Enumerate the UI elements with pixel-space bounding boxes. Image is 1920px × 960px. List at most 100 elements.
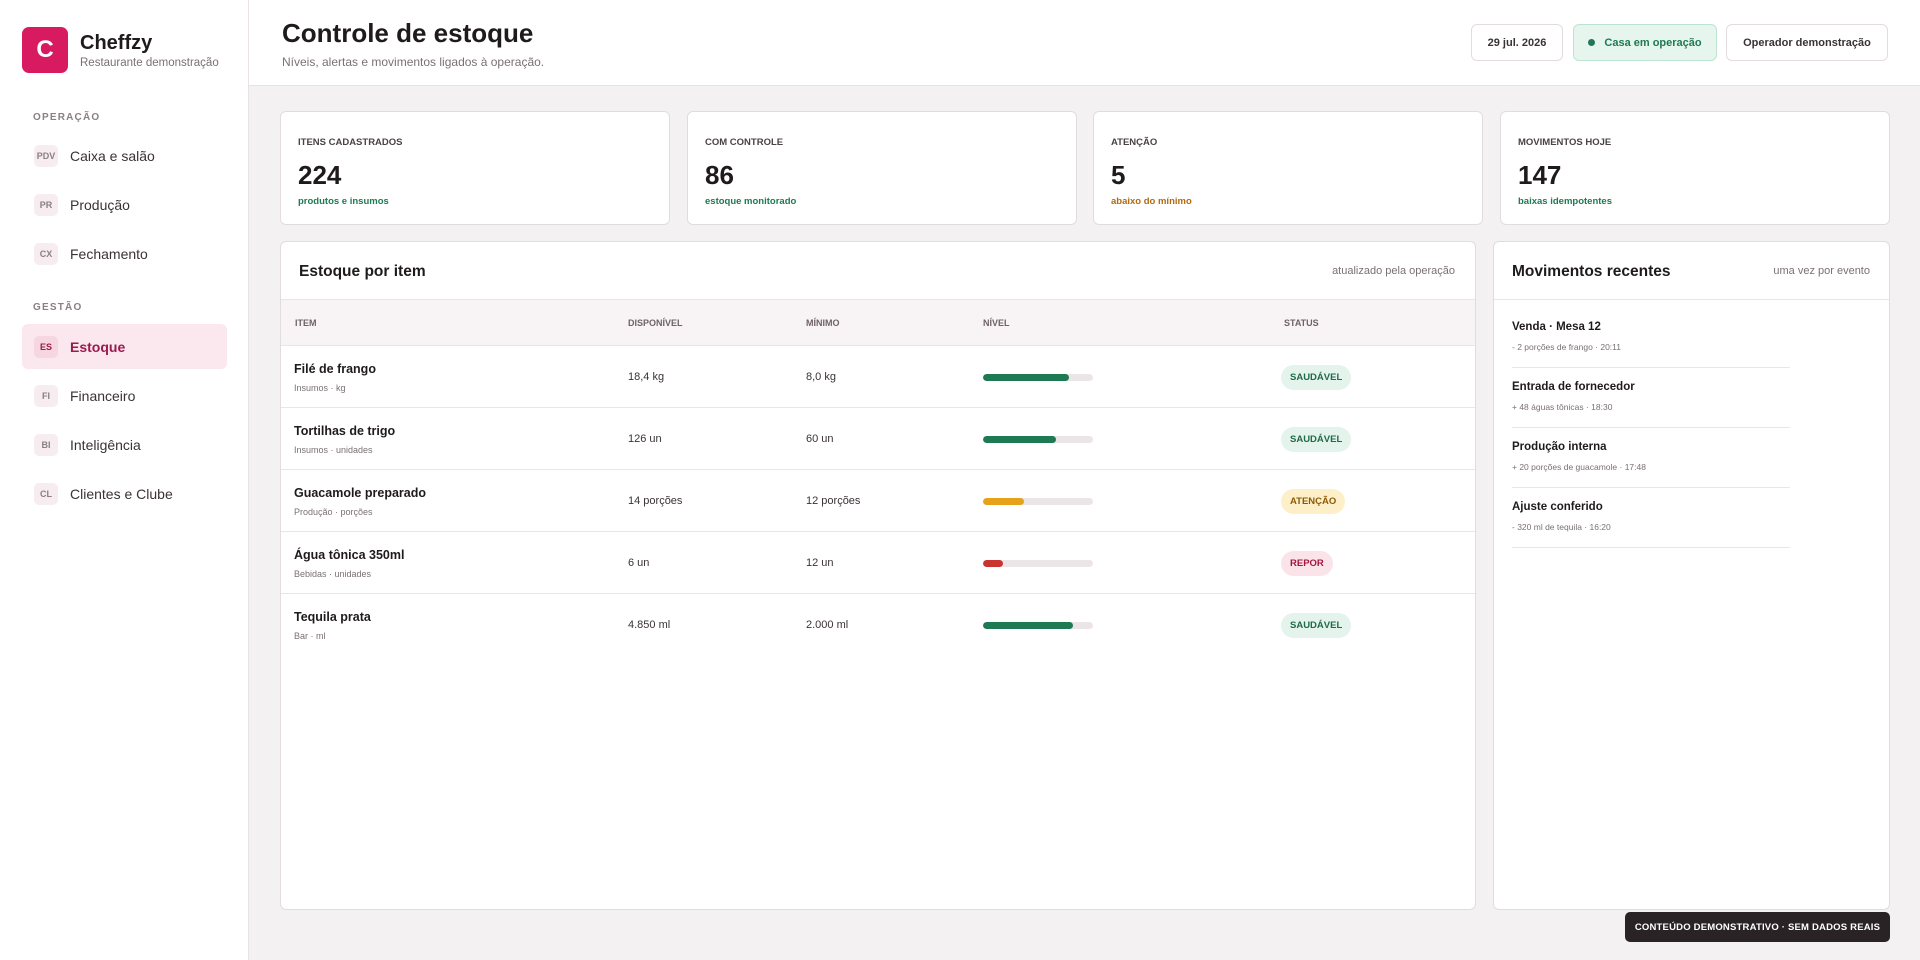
sidebar-item-label: Inteligência xyxy=(70,436,141,453)
level-bar-fill xyxy=(983,436,1056,443)
item-available: 6 un xyxy=(628,557,650,569)
brand-subtitle: Restaurante demonstração xyxy=(80,57,219,69)
column-header-disponivel[interactable]: DISPONÍVEL xyxy=(628,318,683,328)
movement-title: Venda · Mesa 12 xyxy=(1512,321,1601,333)
sidebar-item-financeiro[interactable]: FI Financeiro xyxy=(22,373,227,418)
nav-code-badge: ES xyxy=(34,335,58,358)
table-row[interactable]: Filé de frango Insumos · kg 18,4 kg 8,0 … xyxy=(281,346,1475,408)
nav-code-badge: BI xyxy=(34,433,58,456)
sidebar-item-label: Caixa e salão xyxy=(70,147,155,164)
item-available: 18,4 kg xyxy=(628,371,665,383)
column-header-minimo[interactable]: MÍNIMO xyxy=(806,318,840,328)
nav-code-badge: PDV xyxy=(34,144,58,167)
movement-detail: + 20 porções de guacamole · 17:48 xyxy=(1512,462,1646,472)
sidebar: C Cheffzy Restaurante demonstração OPERA… xyxy=(0,0,249,960)
kpi-note: abaixo do mínimo xyxy=(1111,196,1192,207)
level-bar xyxy=(983,498,1093,505)
movements-panel-meta: uma vez por evento xyxy=(1773,265,1870,277)
column-header-item[interactable]: ITEM xyxy=(295,318,317,328)
item-category: Insumos · unidades xyxy=(294,445,373,455)
level-bar-fill xyxy=(983,374,1069,381)
column-header-nivel[interactable]: NÍVEL xyxy=(983,318,1010,328)
status-chip-label: Casa em operação xyxy=(1604,36,1702,49)
kpi-card-atencao: ATENÇÃO 5 abaixo do mínimo xyxy=(1093,111,1483,225)
sidebar-item-label: Estoque xyxy=(70,338,126,355)
kpi-value: 86 xyxy=(705,160,734,190)
level-bar xyxy=(983,374,1093,381)
sidebar-item-inteligencia[interactable]: BI Inteligência xyxy=(22,422,227,467)
kpi-value: 147 xyxy=(1518,160,1562,190)
movement-title: Produção interna xyxy=(1512,441,1607,453)
brand[interactable]: C Cheffzy Restaurante demonstração xyxy=(22,27,219,73)
kpi-label: MOVIMENTOS HOJE xyxy=(1518,137,1612,148)
item-available: 14 porções xyxy=(628,495,683,507)
level-bar-fill xyxy=(983,622,1074,629)
item-minimum: 2.000 ml xyxy=(806,619,849,631)
nav-code-badge: PR xyxy=(34,193,58,216)
movement-title: Entrada de fornecedor xyxy=(1512,381,1635,393)
sidebar-item-label: Clientes e Clube xyxy=(70,485,173,502)
sidebar-item-label: Fechamento xyxy=(70,245,148,262)
date-chip[interactable]: 29 jul. 2026 xyxy=(1471,24,1563,61)
kpi-card-com-controle: COM CONTROLE 86 estoque monitorado xyxy=(687,111,1077,225)
table-row[interactable]: Tortilhas de trigo Insumos · unidades 12… xyxy=(281,408,1475,470)
level-bar xyxy=(983,560,1093,567)
kpi-value: 5 xyxy=(1111,160,1126,190)
stock-panel-title: Estoque por item xyxy=(299,263,426,280)
item-category: Insumos · kg xyxy=(294,383,346,393)
nav-code-badge: FI xyxy=(34,384,58,407)
column-header-status[interactable]: STATUS xyxy=(1284,318,1319,328)
item-name: Filé de frango xyxy=(294,362,376,376)
item-available: 4.850 ml xyxy=(628,619,671,631)
kpi-label: ATENÇÃO xyxy=(1111,137,1158,148)
sidebar-item-producao[interactable]: PR Produção xyxy=(22,182,227,227)
status-dot-icon xyxy=(1588,39,1596,46)
kpi-label: ITENS CADASTRADOS xyxy=(298,137,403,148)
status-badge: REPOR xyxy=(1281,551,1333,576)
nav-code-badge: CL xyxy=(34,482,58,505)
list-item[interactable]: Ajuste conferido - 320 ml de tequila · 1… xyxy=(1512,488,1790,548)
divider xyxy=(1494,299,1889,300)
sidebar-item-fechamento[interactable]: CX Fechamento xyxy=(22,231,227,276)
nav-section-gestao: GESTÃO xyxy=(33,302,83,313)
stock-panel: Estoque por item atualizado pela operaçã… xyxy=(280,241,1476,910)
item-minimum: 8,0 kg xyxy=(806,371,836,383)
item-category: Bebidas · unidades xyxy=(294,569,372,579)
table-row[interactable]: Guacamole preparado Produção · porções 1… xyxy=(281,470,1475,532)
status-chip[interactable]: Casa em operação xyxy=(1573,24,1717,61)
kpi-note: produtos e insumos xyxy=(298,196,389,207)
sidebar-item-clientes-e-clube[interactable]: CL Clientes e Clube xyxy=(22,471,227,516)
table-row[interactable]: Tequila prata Bar · ml 4.850 ml 2.000 ml… xyxy=(281,594,1475,656)
movement-title: Ajuste conferido xyxy=(1512,501,1603,513)
brand-name: Cheffzy xyxy=(80,32,153,54)
demo-banner: CONTEÚDO DEMONSTRATIVO · SEM DADOS REAIS xyxy=(1625,912,1890,942)
sidebar-item-estoque[interactable]: ES Estoque xyxy=(22,324,227,369)
sidebar-item-label: Produção xyxy=(70,196,130,213)
item-name: Tortilhas de trigo xyxy=(294,424,396,438)
level-bar xyxy=(983,622,1093,629)
item-name: Guacamole preparado xyxy=(294,486,426,500)
page-subtitle: Níveis, alertas e movimentos ligados à o… xyxy=(282,55,545,69)
page-title: Controle de estoque xyxy=(282,18,534,48)
nav-code-badge: CX xyxy=(34,242,58,265)
movement-detail: - 2 porções de frango · 20:11 xyxy=(1512,342,1621,352)
status-badge: SAUDÁVEL xyxy=(1281,613,1352,638)
item-minimum: 12 un xyxy=(806,557,834,569)
list-item[interactable]: Entrada de fornecedor + 48 águas tônicas… xyxy=(1512,368,1790,428)
kpi-card-itens-cadastrados: ITENS CADASTRADOS 224 produtos e insumos xyxy=(280,111,670,225)
item-minimum: 12 porções xyxy=(806,495,861,507)
nav-section-operacao: OPERAÇÃO xyxy=(33,112,101,123)
level-bar-fill xyxy=(983,498,1024,505)
item-minimum: 60 un xyxy=(806,433,834,445)
sidebar-item-label: Financeiro xyxy=(70,387,136,404)
list-item[interactable]: Produção interna + 20 porções de guacamo… xyxy=(1512,428,1790,488)
table-row[interactable]: Água tônica 350ml Bebidas · unidades 6 u… xyxy=(281,532,1475,594)
brand-text: Cheffzy Restaurante demonstração xyxy=(80,31,219,69)
item-category: Bar · ml xyxy=(294,631,326,641)
operator-chip[interactable]: Operador demonstração xyxy=(1726,24,1888,61)
list-item[interactable]: Venda · Mesa 12 - 2 porções de frango · … xyxy=(1512,308,1790,368)
kpi-note: estoque monitorado xyxy=(705,196,797,207)
status-badge: SAUDÁVEL xyxy=(1281,427,1352,452)
sidebar-item-caixa-e-salao[interactable]: PDV Caixa e salão xyxy=(22,133,227,178)
level-bar-fill xyxy=(983,560,1003,567)
